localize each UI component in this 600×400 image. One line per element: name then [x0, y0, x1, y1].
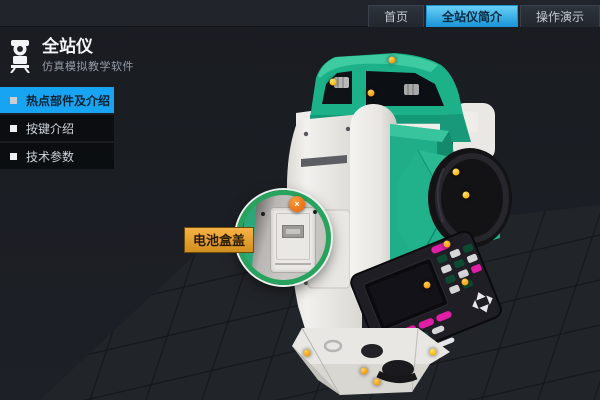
hotspot-dot[interactable]	[374, 379, 381, 386]
hotspot-dot[interactable]	[389, 57, 396, 64]
hotspot-dot[interactable]	[453, 169, 460, 176]
menu-item-hotspot-parts[interactable]: 热点部件及介绍	[0, 87, 114, 113]
app-title: 全站仪	[42, 37, 134, 56]
hotspot-dot[interactable]	[463, 192, 470, 199]
menu-item-tech-params[interactable]: 技术参数	[0, 143, 114, 169]
hotspot-dot[interactable]	[368, 90, 375, 97]
app-window: × 电池盒盖 首页 全站仪简介 操作演示 全站仪 仿真模拟教学软件	[0, 0, 600, 400]
total-station-icon	[8, 37, 35, 73]
menu-item-label: 技术参数	[26, 148, 74, 165]
close-icon[interactable]: ×	[289, 196, 305, 212]
magnified-battery-cover	[270, 207, 316, 273]
app-subtitle: 仿真模拟教学软件	[42, 58, 134, 74]
sidebar-menu: 热点部件及介绍 按键介绍 技术参数	[0, 87, 114, 169]
hotspot-dot[interactable]	[430, 349, 437, 356]
brand-header: 全站仪 仿真模拟教学软件	[0, 27, 150, 74]
menu-item-label: 热点部件及介绍	[26, 92, 110, 109]
square-bullet-icon	[10, 97, 17, 104]
part-label-battery-cover[interactable]: 电池盒盖	[184, 227, 254, 253]
menu-item-key-intro[interactable]: 按键介绍	[0, 115, 114, 141]
hotspot-dot[interactable]	[462, 279, 469, 286]
tab-home[interactable]: 首页	[368, 5, 424, 27]
screw-icon	[261, 212, 265, 216]
screw-icon	[313, 210, 317, 214]
top-bar: 首页 全站仪简介 操作演示	[0, 0, 600, 27]
sidebar: 全站仪 仿真模拟教学软件 热点部件及介绍 按键介绍 技术参数	[0, 27, 150, 171]
tab-operation-demo[interactable]: 操作演示	[520, 5, 600, 27]
square-bullet-icon	[10, 125, 17, 132]
hotspot-dot[interactable]	[330, 79, 337, 86]
hotspot-dot[interactable]	[424, 282, 431, 289]
menu-item-label: 按键介绍	[26, 120, 74, 137]
tab-introduction[interactable]: 全站仪简介	[426, 5, 518, 27]
hotspot-dot[interactable]	[444, 241, 451, 248]
nav-tabs: 首页 全站仪简介 操作演示	[366, 5, 600, 27]
hotspot-dot[interactable]	[304, 350, 311, 357]
hotspot-dot[interactable]	[361, 368, 368, 375]
square-bullet-icon	[10, 153, 17, 160]
